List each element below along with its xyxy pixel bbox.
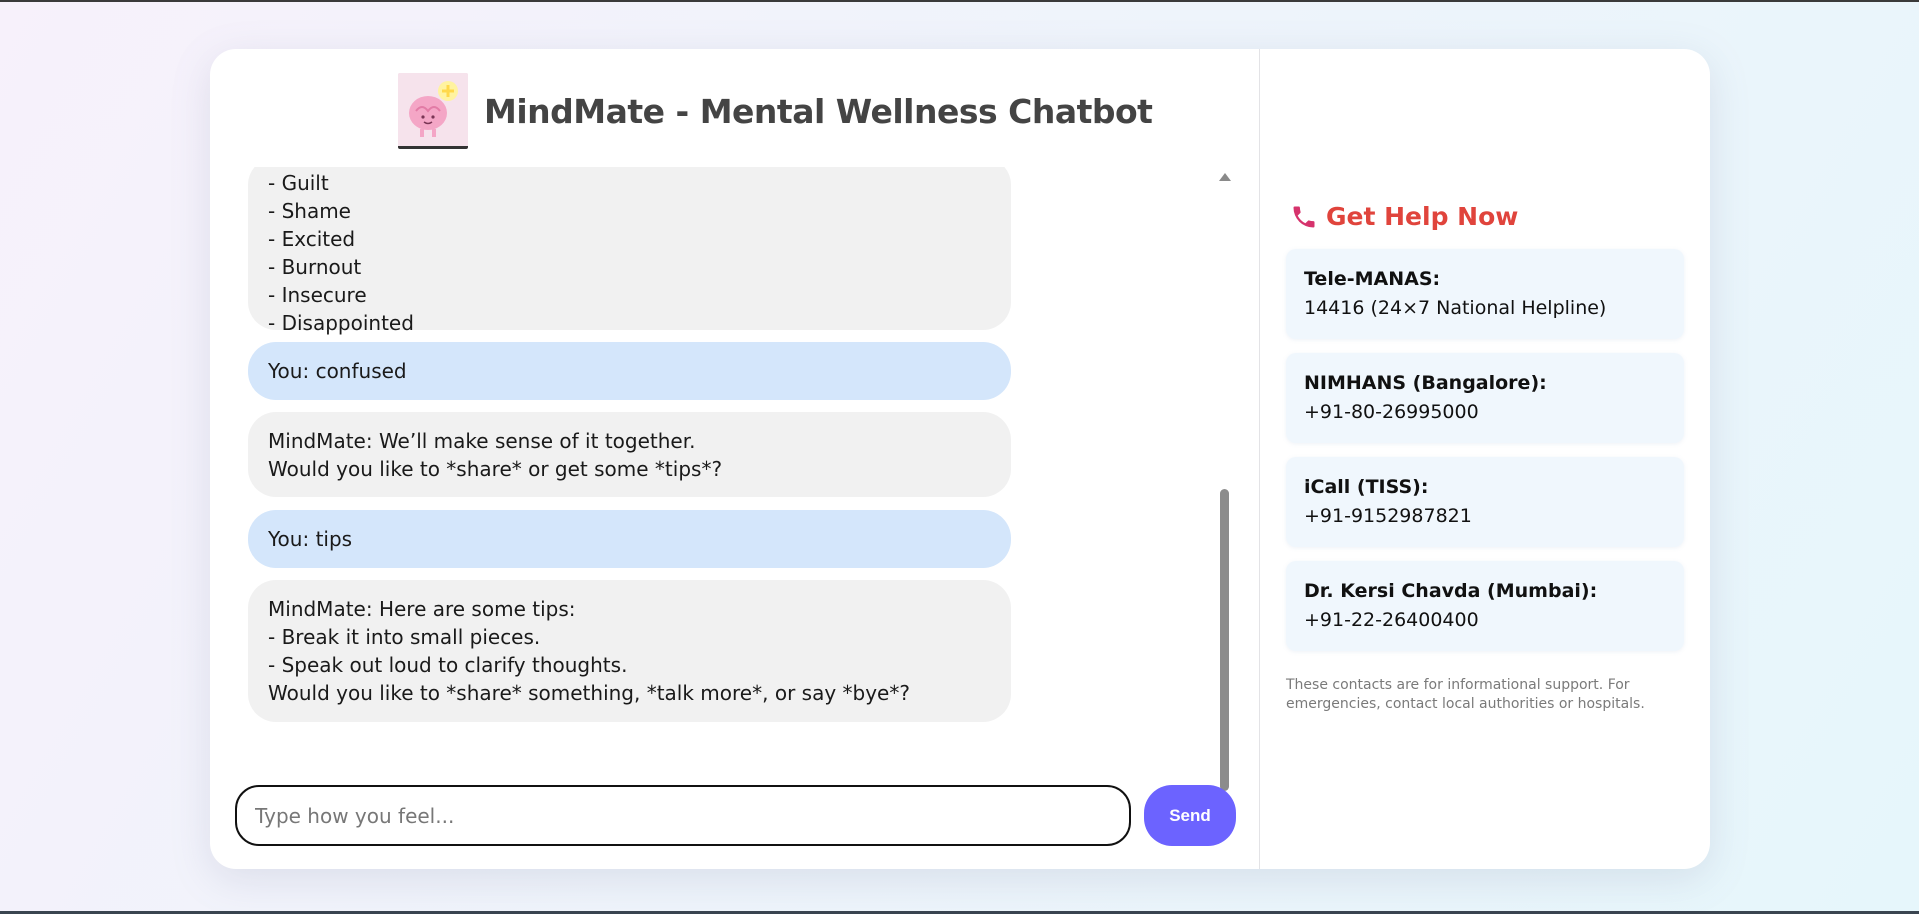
message-line: - Insecure: [268, 283, 367, 307]
message-line: MindMate: Here are some tips:: [268, 597, 576, 621]
message-line: MindMate: We’ll make sense of it togethe…: [268, 429, 696, 453]
contact-number: 14416 (24×7 National Helpline): [1304, 297, 1607, 319]
brain-logo-icon: [398, 73, 468, 149]
message-line: - Shame: [268, 199, 351, 223]
send-button[interactable]: Send: [1144, 785, 1236, 846]
message-line: - Speak out loud to clarify thoughts.: [268, 653, 628, 677]
help-title: Get Help Now: [1326, 202, 1519, 231]
contact-name: iCall (TISS):: [1304, 476, 1429, 498]
page-title: MindMate - Mental Wellness Chatbot: [484, 91, 1153, 131]
chat-card: MindMate - Mental Wellness Chatbot - Gui…: [210, 49, 1710, 869]
user-message: You: tips: [248, 510, 1011, 568]
bot-message: - Guilt - Shame - Excited - Burnout - In…: [248, 167, 1011, 335]
help-disclaimer: These contacts are for informational sup…: [1286, 677, 1645, 712]
message-line: Would you like to *share* something, *ta…: [268, 681, 910, 705]
message-line: You: tips: [268, 527, 353, 551]
chat-header: MindMate - Mental Wellness Chatbot: [398, 73, 1153, 149]
help-heading: Get Help Now: [1290, 202, 1518, 231]
contact-card: Dr. Kersi Chavda (Mumbai): +91-22-264004…: [1286, 561, 1684, 651]
scrollbar-thumb[interactable]: [1220, 489, 1229, 791]
contact-card: NIMHANS (Bangalore): +91-80-26995000: [1286, 353, 1684, 443]
contact-name: NIMHANS (Bangalore):: [1304, 372, 1547, 394]
message-line: - Disappointed: [268, 311, 414, 335]
contact-number: +91-80-26995000: [1304, 401, 1479, 423]
message-input[interactable]: [235, 785, 1131, 846]
contact-name: Dr. Kersi Chavda (Mumbai):: [1304, 580, 1598, 602]
bot-message: MindMate: Here are some tips: - Break it…: [248, 580, 1011, 722]
message-line: - Guilt: [268, 171, 329, 195]
message-list[interactable]: - Guilt - Shame - Excited - Burnout - In…: [210, 167, 1250, 817]
chat-panel: MindMate - Mental Wellness Chatbot - Gui…: [210, 49, 1260, 869]
phone-icon: [1293, 206, 1315, 227]
message-line: - Burnout: [268, 255, 362, 279]
message-line: Would you like to *share* or get some *t…: [268, 457, 723, 481]
contact-card: iCall (TISS): +91-9152987821: [1286, 457, 1684, 547]
message-line: You: confused: [268, 359, 407, 383]
scrollbar[interactable]: [1218, 167, 1232, 807]
scroll-up-arrow-icon[interactable]: [1219, 173, 1231, 181]
message-line: - Break it into small pieces.: [268, 625, 541, 649]
message-line: - Excited: [268, 227, 356, 251]
contact-number: +91-9152987821: [1304, 505, 1472, 527]
input-row: Send: [235, 785, 1236, 846]
contact-name: Tele-MANAS:: [1304, 268, 1441, 290]
user-message: You: confused: [248, 342, 1011, 400]
contact-card: Tele-MANAS: 14416 (24×7 National Helplin…: [1286, 249, 1684, 339]
bot-message: MindMate: We’ll make sense of it togethe…: [248, 412, 1011, 497]
help-panel: Get Help Now Tele-MANAS: 14416 (24×7 Nat…: [1260, 49, 1710, 869]
contact-number: +91-22-26400400: [1304, 609, 1479, 631]
